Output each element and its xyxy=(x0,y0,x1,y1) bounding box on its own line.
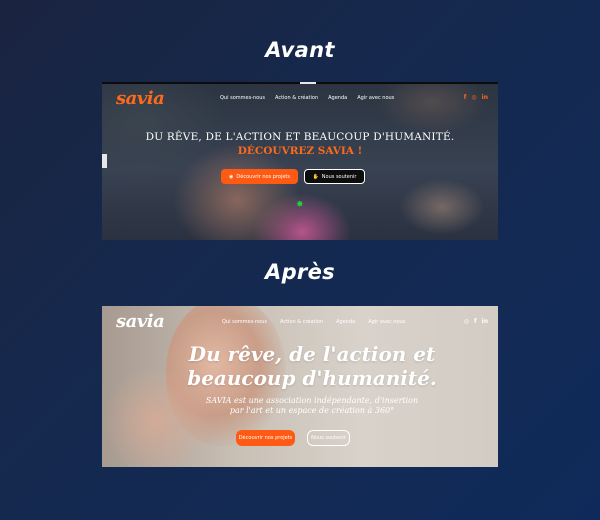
support-us-button[interactable]: ✋ Nous soutenir xyxy=(304,169,365,184)
nav-item-agenda[interactable]: Agenda xyxy=(336,319,355,325)
sparkle-icon: ✸ xyxy=(296,200,304,210)
nav-item-action[interactable]: Action & création xyxy=(280,319,323,325)
hero-subheadline: DÉCOUVREZ SAVIA ! xyxy=(237,145,363,157)
hero-description-line1: SAVIA est une association indépendante, … xyxy=(205,396,419,405)
nav-item-agenda[interactable]: Agenda xyxy=(328,95,347,101)
nav-item-about[interactable]: Qui sommes-nous xyxy=(222,319,267,325)
screenshot-before: savia Qui sommes-nous Action & création … xyxy=(102,82,498,240)
linkedin-icon[interactable]: in xyxy=(482,94,488,101)
nav-item-about[interactable]: Qui sommes-nous xyxy=(220,95,265,101)
nav-item-join[interactable]: Agir avec nous xyxy=(368,319,405,325)
button-label: Nous soutenir xyxy=(321,173,357,180)
hero-headline: DU RÊVE, DE L'ACTION ET BEAUCOUP D'HUMAN… xyxy=(145,131,455,143)
linkedin-icon[interactable]: in xyxy=(482,318,488,325)
logo[interactable]: savia xyxy=(116,311,165,332)
hero-description-line2: par l'art et un espace de création à 360… xyxy=(229,406,395,415)
instagram-icon[interactable]: ◎ xyxy=(471,94,476,101)
social-links: f ◎ in xyxy=(464,94,488,101)
support-us-button[interactable]: Nous soutenir xyxy=(307,430,350,446)
hero-headline-line1: Du rêve, de l'action et xyxy=(188,342,436,366)
section-title-before: Avant xyxy=(265,38,335,62)
section-title-after: Après xyxy=(265,260,335,284)
nav-item-action[interactable]: Action & création xyxy=(275,95,318,101)
discover-projects-button[interactable]: Découvrir nos projets xyxy=(236,430,295,446)
hand-icon: ✋ xyxy=(312,173,319,180)
nav-item-join[interactable]: Agir avec nous xyxy=(357,95,394,101)
button-label: Découvrir nos projets xyxy=(236,173,290,180)
main-nav: Qui sommes-nous Action & création Agenda… xyxy=(220,95,394,101)
discover-projects-button[interactable]: ◉ Découvrir nos projets xyxy=(221,169,298,184)
facebook-icon[interactable]: f xyxy=(464,94,467,101)
hero-description: SAVIA est une association indépendante, … xyxy=(172,396,452,416)
facebook-icon[interactable]: f xyxy=(474,318,477,325)
social-links: ◎ f in xyxy=(464,318,488,325)
logo[interactable]: savia xyxy=(116,88,165,109)
top-bar-indicator xyxy=(300,82,316,84)
instagram-icon[interactable]: ◎ xyxy=(464,318,469,325)
screenshot-after: savia Qui sommes-nous Action & création … xyxy=(102,306,498,467)
hero-headline-line2: beaucoup d'humanité. xyxy=(187,366,437,390)
eye-icon: ◉ xyxy=(229,173,234,180)
main-nav: Qui sommes-nous Action & création Agenda… xyxy=(222,319,405,325)
hero-headline: Du rêve, de l'action et beaucoup d'human… xyxy=(162,342,462,390)
